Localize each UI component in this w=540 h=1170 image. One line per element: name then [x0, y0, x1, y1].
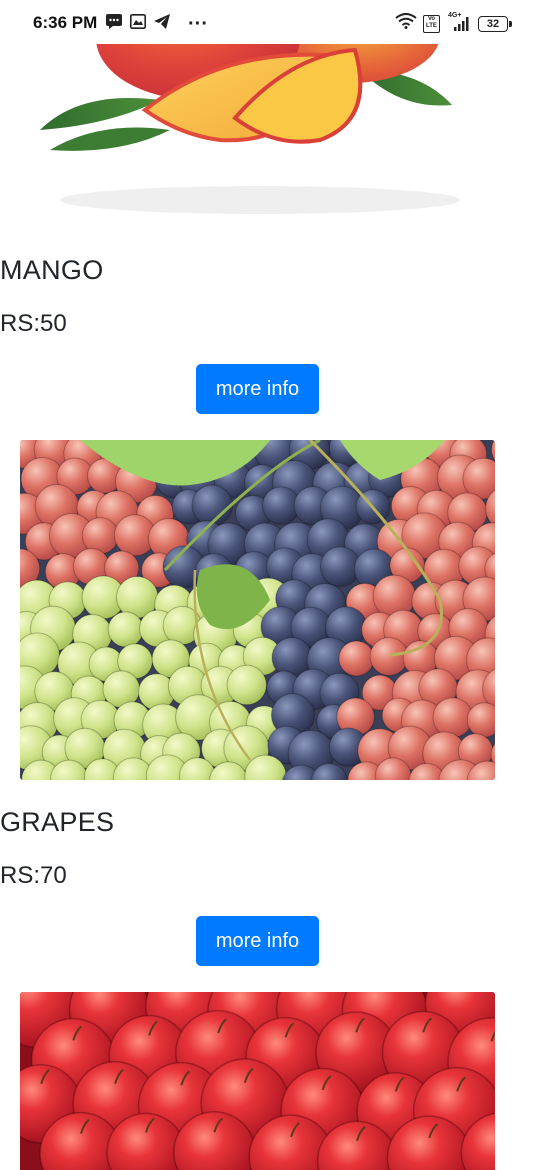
battery-icon: 32	[478, 15, 512, 32]
status-bar: 6:36 PM ··· Vo LTE 4G+ 32	[0, 0, 540, 44]
volte-icon: Vo LTE	[423, 14, 440, 33]
telegram-icon	[154, 14, 170, 34]
chat-bubble-icon	[106, 14, 122, 34]
product-name: GRAPES	[0, 807, 115, 837]
grapes-image	[20, 440, 495, 780]
gallery-icon	[130, 14, 146, 34]
wifi-icon	[395, 13, 417, 34]
product-price: RS:70	[0, 862, 67, 889]
apple-image	[20, 992, 495, 1170]
more-info-button-mango[interactable]: more info	[196, 364, 319, 414]
more-dots-icon: ···	[188, 13, 208, 35]
notification-icons: ···	[106, 14, 208, 34]
product-image-grapes	[20, 440, 495, 780]
signal-icon: 4G+	[446, 12, 472, 32]
product-price: RS:50	[0, 310, 67, 337]
product-name: MANGO	[0, 255, 104, 285]
status-time: 6:36 PM	[33, 13, 98, 32]
more-info-button-grapes[interactable]: more info	[196, 916, 319, 966]
system-icons: Vo LTE 4G+ 32	[395, 12, 512, 34]
product-image-apple	[20, 992, 495, 1170]
product-list: MANGO RS:50 more info GRAPES RS:70 more …	[0, 0, 540, 1170]
